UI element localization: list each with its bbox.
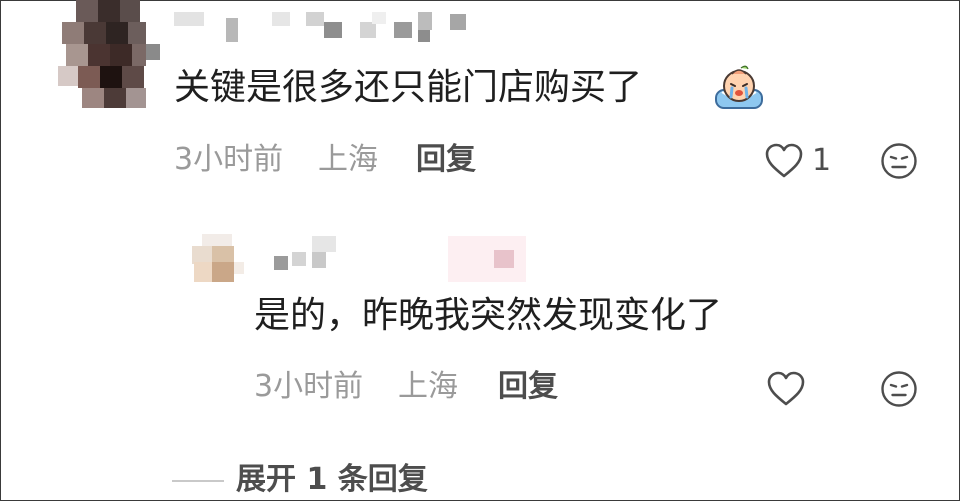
comment-reply-button[interactable]: 回复	[416, 145, 476, 175]
reply-like-icon[interactable]	[766, 371, 806, 407]
expand-replies-button[interactable]: 展开 1 条回复	[236, 465, 428, 495]
comment-avatar[interactable]	[58, 0, 160, 108]
comment-username[interactable]	[174, 6, 474, 42]
comment-time: 3小时前	[174, 142, 284, 177]
comment-dislike-icon[interactable]	[880, 142, 918, 180]
reply-text: 是的，昨晚我突然发现变化了	[254, 295, 723, 336]
reply-dislike-icon[interactable]	[880, 370, 918, 408]
comment-like-icon[interactable]	[764, 143, 804, 179]
comment-like-count: 1	[812, 143, 832, 178]
reply-username[interactable]	[250, 234, 540, 282]
reply-avatar[interactable]	[190, 232, 246, 284]
crying-face-emoji	[715, 65, 763, 109]
reply-reply-button[interactable]: 回复	[498, 372, 558, 402]
reply-location: 上海	[398, 369, 458, 404]
comment-text: 关键是很多还只能门店购买了	[174, 67, 643, 108]
reply-time: 3小时前	[254, 369, 364, 404]
expand-divider	[172, 480, 224, 482]
comment-location: 上海	[318, 142, 378, 177]
